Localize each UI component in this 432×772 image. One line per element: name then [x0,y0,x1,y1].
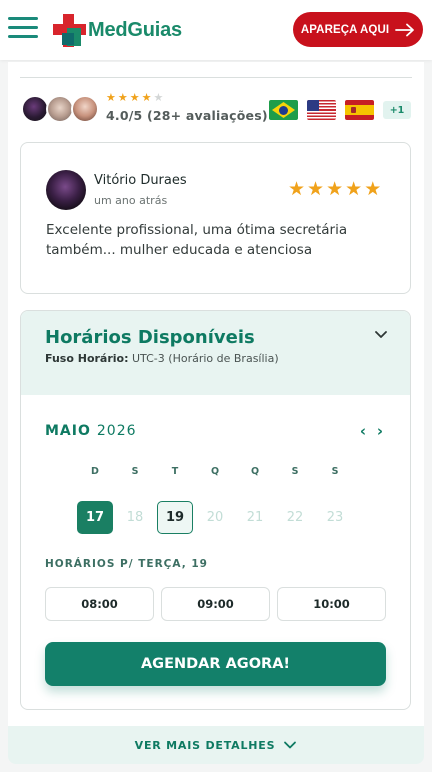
calendar-day: 18 [126,510,144,525]
calendar-day-selected[interactable]: 17 [77,501,113,534]
schedule-title: Horários Disponíveis [45,327,255,348]
prev-week-button[interactable]: ‹ [356,423,370,439]
avatar [46,95,74,123]
arrow-right-icon [395,23,415,36]
calendar-day-current[interactable]: 19 [157,501,193,534]
calendar-day: 20 [206,510,224,525]
star-empty-icon: ★ [153,91,164,104]
appear-here-label: APAREÇA AQUI [300,23,390,36]
avatar [71,95,99,123]
weekday-label: S [331,466,339,477]
star-filled-icon: ★ [326,178,344,200]
schedule-card: Horários Disponíveis Fuso Horário: UTC-3… [20,310,411,710]
timezone-label: Fuso Horário: [45,352,129,365]
review-text: Excelente profissional, uma ótima secret… [46,222,348,258]
time-slot-button[interactable]: 09:00 [161,587,270,621]
profile-content: ★ ★ ★ ★ ★ 4.0/5 (28+ avaliações) +1 Vitório … [8,62,424,726]
reviewer-avatar [46,170,86,210]
logo-text: MedGuias [88,18,182,41]
divider [20,77,412,78]
time-slot-button[interactable]: 10:00 [277,587,386,621]
reviewer-name: Vitório Duraes [94,173,187,188]
calendar-day: 21 [246,510,264,525]
star-filled-icon: ★ [141,91,152,104]
weekday-label: T [171,466,179,477]
weekday-label: S [131,466,139,477]
year: 2026 [96,423,137,439]
avatar [21,95,49,123]
reviewer-avatars [21,95,101,125]
weekday-label: S [291,466,299,477]
star-filled-icon: ★ [345,178,363,200]
top-header: MedGuias APAREÇA AQUI [0,0,432,60]
review-card: Vitório Duraes um ano atrás ★ ★ ★ ★ ★ Excele… [20,142,411,294]
month-name: MAIO [45,423,91,439]
chevron-down-icon [284,741,297,749]
weekday-label: D [91,466,99,477]
timezone-value: UTC-3 (Horário de Brasília) [132,352,279,365]
star-filled-icon: ★ [106,91,116,104]
review-stars: ★ ★ ★ ★ ★ [288,179,381,199]
schedule-header[interactable]: Horários Disponíveis Fuso Horário: UTC-3… [21,311,410,395]
menu-icon[interactable] [8,14,38,42]
brazil-flag-icon[interactable] [269,100,298,120]
review-time: um ano atrás [94,194,168,207]
star-filled-icon: ★ [307,178,325,200]
schedule-now-button[interactable]: AGENDAR AGORA! [45,642,386,686]
calendar-day: 23 [326,510,344,525]
star-filled-icon: ★ [129,91,140,104]
spain-flag-icon[interactable] [345,100,374,120]
star-filled-icon: ★ [288,178,306,200]
rating-stars: ★ ★ ★ ★ ★ [106,92,163,104]
slots-title: HORÁRIOS P/ TERÇA, 19 [45,558,208,570]
star-filled-icon: ★ [364,178,382,200]
calendar-day: 22 [286,510,304,525]
more-languages-badge[interactable]: +1 [383,101,411,119]
time-slot-button[interactable]: 08:00 [45,587,154,621]
calendar-month: MAIO 2026 [45,423,137,439]
timezone-info: Fuso Horário: UTC-3 (Horário de Brasília… [45,352,279,365]
usa-flag-icon[interactable] [307,100,336,120]
see-more-details-label: VER MAIS DETALHES [134,738,276,752]
weekday-label: Q [210,466,220,477]
rating-summary: 4.0/5 (28+ avaliações) [106,108,268,123]
weekday-label: Q [250,466,260,477]
chevron-down-icon[interactable] [372,325,390,343]
star-filled-icon: ★ [117,91,128,104]
appear-here-button[interactable]: APAREÇA AQUI [293,12,423,47]
logo[interactable]: MedGuias [53,13,182,47]
next-week-button[interactable]: › [373,423,387,439]
logo-cross-icon [53,13,86,47]
see-more-details-button[interactable]: VER MAIS DETALHES [8,726,424,764]
